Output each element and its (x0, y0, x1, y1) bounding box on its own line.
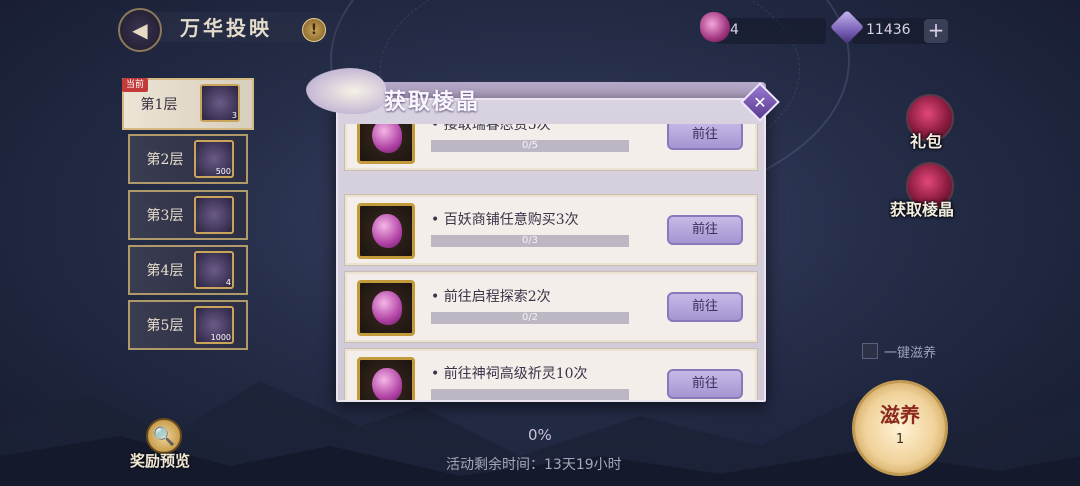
task-row: • 接取瑞春怨赏5次 0/5 前往 (345, 124, 757, 170)
task-list[interactable]: • 接取瑞春怨赏5次 0/5 前往 • 百妖商铺任意购买3次 0/3 前往 • … (340, 124, 762, 400)
task-title: • 接取瑞春怨赏5次 (431, 124, 551, 133)
task-title: • 百妖商铺任意购买3次 (431, 212, 579, 228)
spirit-item-icon (357, 203, 415, 259)
spirit-item-icon (357, 357, 415, 400)
spirit-item-icon (357, 280, 415, 336)
go-button[interactable]: 前往 (667, 124, 743, 150)
task-row: • 前往神祠高级祈灵10次 前往 (345, 349, 757, 400)
spirit-item-icon (357, 124, 415, 164)
task-progress-text: 0/5 (521, 140, 539, 151)
task-title: • 前往神祠高级祈灵10次 (431, 366, 588, 382)
go-button[interactable]: 前往 (667, 292, 743, 322)
close-icon: ✕ (753, 92, 767, 112)
task-progress-bar (431, 389, 629, 400)
task-title: • 前往启程探索2次 (431, 289, 551, 305)
modal-title: 获取棱晶 (384, 89, 481, 115)
task-progress-text: 0/3 (521, 235, 539, 246)
task-row: • 百妖商铺任意购买3次 0/3 前往 (345, 195, 757, 265)
task-progress-text: 0/2 (521, 312, 539, 323)
go-button[interactable]: 前往 (667, 369, 743, 399)
go-button[interactable]: 前往 (667, 215, 743, 245)
task-row: • 前往启程探索2次 0/2 前往 (345, 272, 757, 342)
